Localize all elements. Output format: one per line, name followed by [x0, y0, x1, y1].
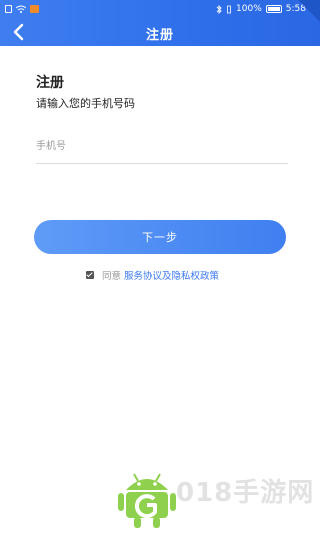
battery-icon — [265, 5, 282, 13]
next-button[interactable]: 下一步 — [34, 220, 286, 254]
status-right-icons: 100% 5:58 — [216, 0, 306, 18]
register-subheading: 请输入您的手机号码 — [36, 97, 135, 110]
watermark-text: 018手游网 — [176, 478, 315, 508]
vibrate-icon — [227, 5, 231, 13]
page-title: 注册 — [145, 28, 174, 43]
wifi-icon — [16, 5, 26, 13]
notification-icon — [5, 5, 12, 13]
corner-badge — [298, 0, 320, 22]
nav-bar: 注册 — [0, 18, 320, 46]
bluetooth-icon — [216, 4, 222, 14]
agreement-row: 同意 服务协议及隐私权政策 — [86, 268, 219, 282]
header-bar: 100% 5:58 注册 — [0, 0, 320, 46]
phone-input[interactable] — [36, 130, 288, 164]
android-logo-icon — [118, 473, 176, 528]
status-bar: 100% 5:58 — [0, 0, 320, 18]
register-heading: 注册 — [36, 75, 64, 91]
status-left-icons — [5, 0, 39, 18]
terms-privacy-link[interactable]: 服务协议及隐私权政策 — [124, 268, 219, 282]
agree-checkbox[interactable] — [86, 271, 94, 279]
battery-text: 100% — [236, 4, 262, 14]
app-notification-icon — [30, 5, 39, 13]
watermark: 018手游网 — [118, 462, 318, 532]
agree-prefix: 同意 — [102, 271, 122, 282]
